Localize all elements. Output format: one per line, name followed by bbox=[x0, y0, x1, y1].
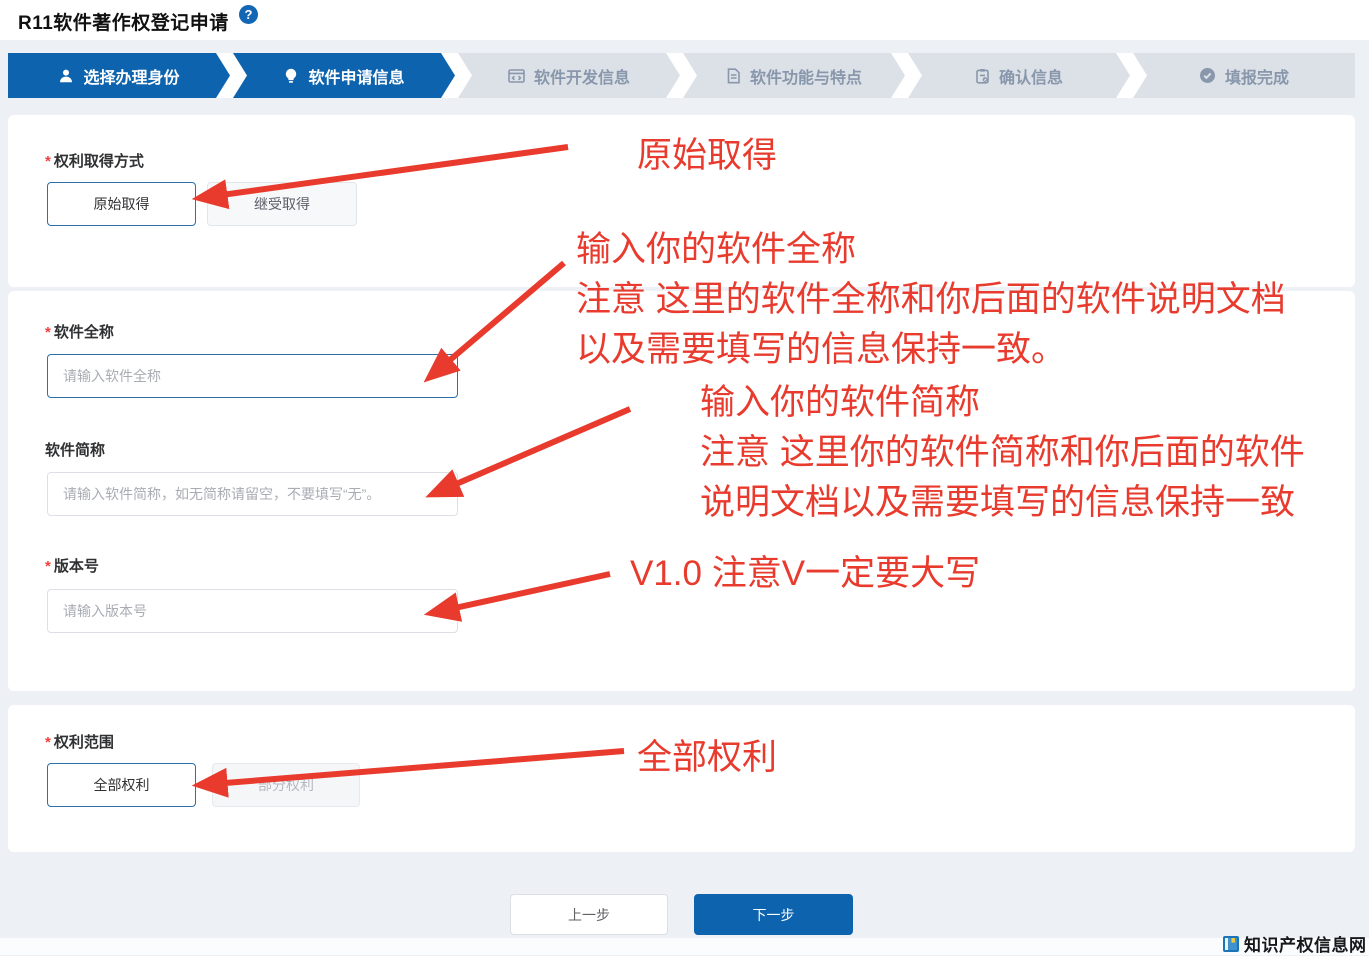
tab-filing-complete[interactable]: 填报完成 bbox=[1133, 53, 1355, 98]
option-partial-rights[interactable]: 部分权利 bbox=[212, 763, 360, 807]
required-marker: * bbox=[45, 734, 51, 751]
short-name-input[interactable] bbox=[47, 472, 458, 516]
watermark-text: 知识产权信息网 bbox=[1244, 936, 1367, 955]
tab-label: 软件功能与特点 bbox=[749, 69, 862, 87]
tab-select-identity[interactable]: 选择办理身份 bbox=[8, 53, 230, 98]
tab-label: 选择办理身份 bbox=[83, 69, 180, 87]
tab-software-application-info[interactable]: 软件申请信息 bbox=[233, 53, 455, 98]
option-all-rights[interactable]: 全部权利 bbox=[47, 763, 196, 807]
step-tabs: 选择办理身份 软件申请信息 软件开发信息 软件功能与特点 确认信息 填报完成 bbox=[8, 53, 1355, 98]
check-circle-icon bbox=[1199, 68, 1215, 83]
annotation-version: V1.0 注意V一定要大写 bbox=[630, 554, 981, 593]
tab-label: 填报完成 bbox=[1224, 69, 1289, 87]
annotation-all-rights: 全部权利 bbox=[637, 738, 778, 777]
tab-software-features[interactable]: 软件功能与特点 bbox=[683, 53, 905, 98]
site-watermark: 知识产权信息网 bbox=[1222, 931, 1367, 956]
tab-confirm-info[interactable]: 确认信息 bbox=[908, 53, 1130, 98]
version-label: * 版本号 bbox=[45, 558, 99, 575]
short-name-label: 软件简称 bbox=[45, 442, 106, 459]
full-name-input[interactable] bbox=[47, 354, 458, 398]
user-icon bbox=[58, 68, 74, 84]
annotation-full-name: 输入你的软件全称 注意 这里的软件全称和你后面的软件说明文档 以及需要填写的信息… bbox=[576, 230, 1286, 369]
annotation-short-name: 输入你的软件简称 注意 这里你的软件简称和你后面的软件 说明文档以及需要填写的信… bbox=[700, 383, 1305, 522]
annotation-original-acquisition: 原始取得 bbox=[637, 136, 778, 175]
full-name-label: * 软件全称 bbox=[45, 324, 114, 341]
help-icon[interactable]: ? bbox=[239, 5, 258, 24]
bulb-icon bbox=[283, 68, 299, 84]
tab-label: 软件开发信息 bbox=[533, 69, 630, 87]
option-original-acquisition[interactable]: 原始取得 bbox=[47, 182, 196, 226]
option-successive-acquisition[interactable]: 继受取得 bbox=[207, 182, 357, 226]
version-input[interactable] bbox=[47, 589, 458, 633]
page-title: R11软件著作权登记申请 bbox=[18, 13, 229, 34]
required-marker: * bbox=[45, 153, 51, 170]
book-logo-icon bbox=[1223, 935, 1239, 952]
tab-software-dev-info[interactable]: 软件开发信息 bbox=[458, 53, 680, 98]
acquisition-label: * 权利取得方式 bbox=[45, 153, 144, 170]
previous-step-button[interactable]: 上一步 bbox=[510, 894, 668, 935]
code-window-icon bbox=[508, 68, 525, 84]
next-step-button[interactable]: 下一步 bbox=[694, 894, 853, 935]
rights-scope-label: * 权利范围 bbox=[45, 734, 114, 751]
tab-label: 软件申请信息 bbox=[308, 69, 405, 87]
clipboard-check-icon bbox=[975, 68, 990, 84]
required-marker: * bbox=[45, 558, 51, 575]
document-icon bbox=[726, 68, 741, 84]
footer-strip bbox=[0, 938, 1369, 955]
required-marker: * bbox=[45, 324, 51, 341]
tab-label: 确认信息 bbox=[998, 69, 1063, 87]
